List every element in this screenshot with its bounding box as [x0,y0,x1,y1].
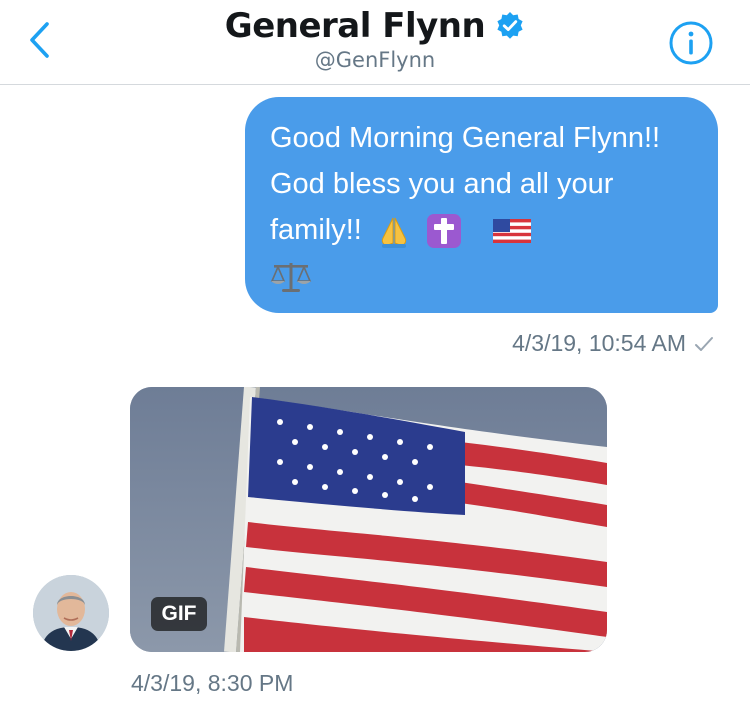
us-flag-icon [493,219,532,244]
info-button[interactable] [668,20,714,66]
outgoing-timestamp: 4/3/19, 10:54 AM [512,330,714,357]
avatar[interactable] [33,575,109,651]
scales-icon [270,263,312,293]
outgoing-message-bubble[interactable]: Good Morning General Flynn!! God bless y… [245,97,718,313]
latin-cross-icon [426,214,461,249]
gif-badge: GIF [151,597,207,631]
conversation-header: General Flynn @GenFlynn [0,0,750,85]
page-title: General Flynn [224,6,486,46]
profile-title-block[interactable]: General Flynn @GenFlynn [0,6,750,72]
profile-handle: @GenFlynn [314,48,436,72]
profile-photo [33,575,109,651]
timestamp-text: 4/3/19, 10:54 AM [512,330,686,356]
incoming-timestamp: 4/3/19, 8:30 PM [131,670,294,696]
folded-hands-icon [381,218,407,249]
checkmark-icon [695,336,713,351]
info-icon [669,21,713,65]
verified-badge-icon [497,12,523,39]
